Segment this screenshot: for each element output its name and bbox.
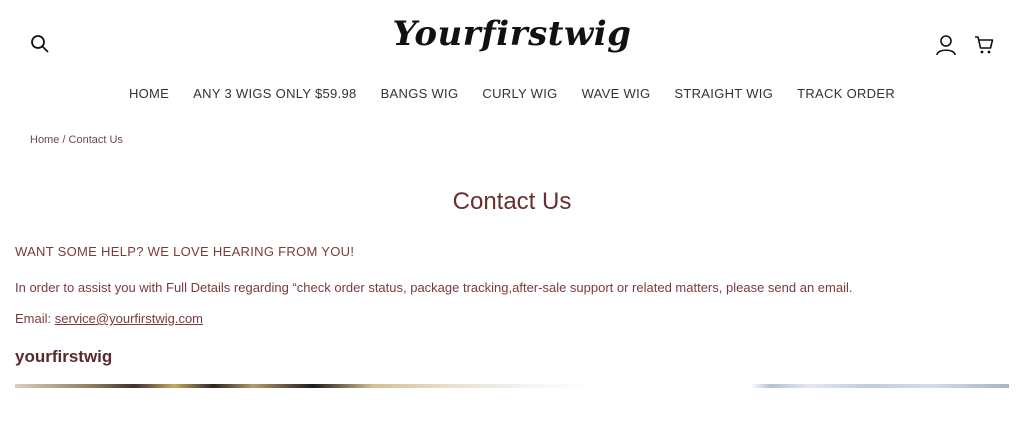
brand-heading: yourfirstwig (15, 347, 113, 366)
site-header: Yourfirstwig (0, 0, 1024, 80)
nav-item-home[interactable]: HOME (129, 86, 169, 106)
cart-button[interactable] (973, 34, 995, 56)
cart-icon (975, 36, 994, 54)
main-nav: HOME ANY 3 WIGS ONLY $59.98 BANGS WIG CU… (0, 86, 1024, 106)
breadcrumb: Home / Contact Us (30, 134, 123, 146)
nav-item-any-3-wigs[interactable]: ANY 3 WIGS ONLY $59.98 (193, 86, 356, 106)
user-icon (936, 35, 956, 56)
site-logo[interactable]: Yourfirstwig (0, 14, 1024, 54)
nav-item-straight-wig[interactable]: STRAIGHT WIG (674, 86, 773, 106)
nav-item-wave-wig[interactable]: WAVE WIG (582, 86, 651, 106)
breadcrumb-separator: / (59, 134, 69, 146)
assist-text: In order to assist you with Full Details… (15, 280, 853, 295)
nav-item-track-order[interactable]: TRACK ORDER (797, 86, 895, 106)
account-button[interactable] (935, 34, 957, 56)
contact-content: WANT SOME HELP? WE LOVE HEARING FROM YOU… (15, 244, 1005, 326)
banner-image (15, 384, 1009, 388)
page-title: Contact Us (452, 188, 572, 215)
email-link[interactable]: service@yourfirstwig.com (55, 311, 203, 326)
email-line: Email: service@yourfirstwig.com (15, 311, 1005, 326)
breadcrumb-home-link[interactable]: Home (30, 134, 59, 146)
email-label: Email: (15, 311, 55, 326)
breadcrumb-current: Contact Us (68, 134, 123, 146)
nav-item-curly-wig[interactable]: CURLY WIG (482, 86, 557, 106)
help-heading: WANT SOME HELP? WE LOVE HEARING FROM YOU… (15, 244, 355, 259)
nav-item-bangs-wig[interactable]: BANGS WIG (381, 86, 459, 106)
